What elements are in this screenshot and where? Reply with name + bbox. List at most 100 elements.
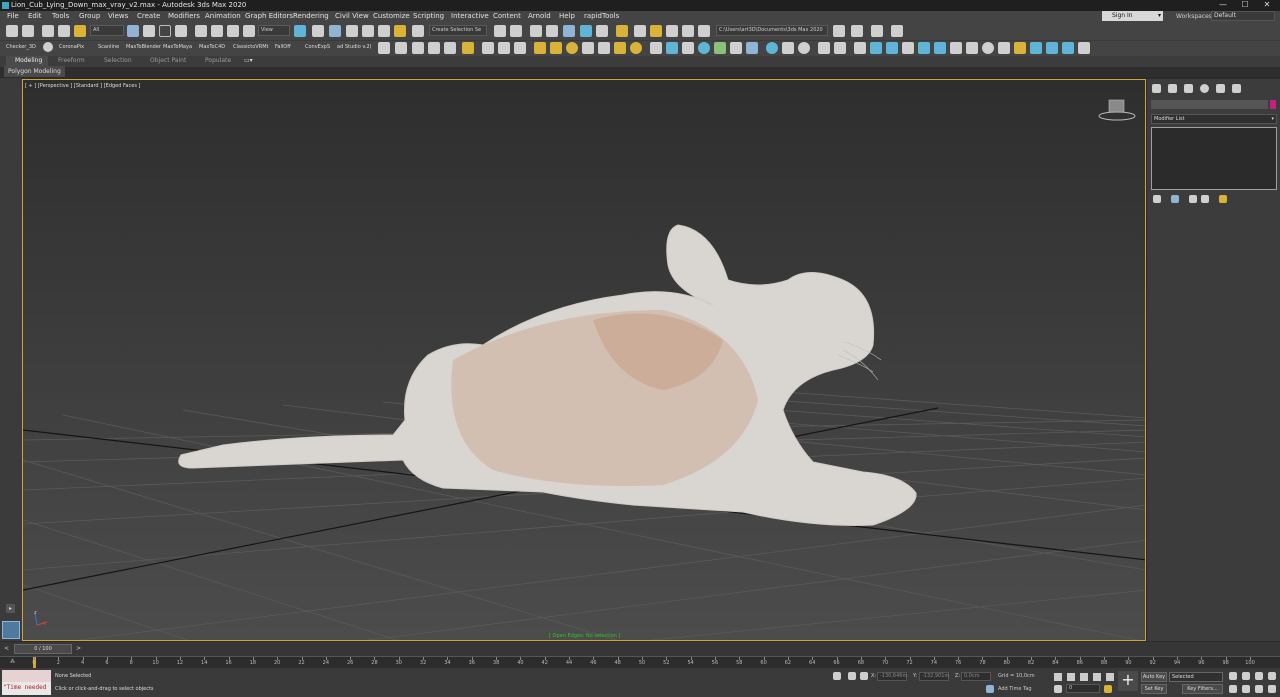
teapot-icon[interactable] [378, 42, 390, 54]
tool-icon-m[interactable] [1062, 42, 1074, 54]
scatter-icon[interactable] [714, 42, 726, 54]
time-tag-icon[interactable] [986, 685, 994, 693]
pin-stack-icon[interactable] [1153, 195, 1161, 203]
folder-icon[interactable] [851, 25, 863, 37]
expand-left-icon[interactable]: ▸ [6, 604, 15, 613]
unlink-icon[interactable] [58, 25, 70, 37]
create-tab-icon[interactable] [1152, 84, 1161, 93]
disc-light-icon[interactable] [582, 42, 594, 54]
pivot-center-icon[interactable] [294, 25, 306, 37]
cloud-icon[interactable] [395, 42, 407, 54]
utilities-tab-icon[interactable] [1232, 84, 1241, 93]
pan-icon[interactable] [1242, 685, 1250, 693]
viewport-layout-icon[interactable] [2, 621, 20, 639]
environment-icon[interactable] [766, 42, 778, 54]
polygon-modeling-label[interactable]: Polygon Modeling [4, 66, 65, 77]
viewport-label-menu[interactable]: [ + ] [Perspective ] [Standard ] [Edged … [25, 83, 140, 89]
orbit-icon[interactable] [1255, 685, 1263, 693]
menu-rapidtools[interactable]: rapidTools [584, 12, 619, 20]
menu-file[interactable]: File [7, 12, 19, 20]
keyboard-shortcut-override-icon[interactable] [329, 25, 341, 37]
configure-sets-icon[interactable] [1219, 195, 1227, 203]
hierarchy-tab-icon[interactable] [1184, 84, 1193, 93]
menu-interactive[interactable]: Interactive [451, 12, 489, 20]
toggle-scene-explorer-icon[interactable] [530, 25, 542, 37]
go-to-end-icon[interactable] [1106, 673, 1114, 681]
object-name-field[interactable] [1151, 100, 1268, 109]
menu-scripting[interactable]: Scripting [413, 12, 444, 20]
close-button[interactable]: ✕ [1256, 0, 1278, 11]
remove-modifier-icon[interactable] [1201, 195, 1209, 203]
globe-icon[interactable] [698, 42, 710, 54]
slider-prev-icon[interactable]: < [4, 645, 9, 652]
play-icon[interactable] [1080, 673, 1088, 681]
script-falloff[interactable]: FallOff [275, 44, 291, 50]
tab-selection[interactable]: Selection [104, 57, 132, 64]
scene-converter-icon[interactable] [444, 42, 456, 54]
schematic-view-icon[interactable] [596, 25, 608, 37]
workspace-select[interactable]: Default [1211, 11, 1275, 21]
key-set-dropdown[interactable]: Selected [1169, 672, 1223, 682]
vray-light-icon[interactable] [482, 42, 494, 54]
tool-icon-a[interactable] [854, 42, 866, 54]
add-time-tag-button[interactable]: Add Time Tag [998, 686, 1032, 692]
show-end-result-icon[interactable] [1171, 195, 1179, 203]
scale-icon[interactable] [227, 25, 239, 37]
light-lister-icon[interactable] [462, 42, 474, 54]
material-browser-icon[interactable] [428, 42, 440, 54]
link-icon[interactable] [42, 25, 54, 37]
sphere-light-icon[interactable] [566, 42, 578, 54]
menu-create[interactable]: Create [137, 12, 160, 20]
key-mode-icon[interactable] [1054, 685, 1062, 693]
tool-icon-h[interactable] [966, 42, 978, 54]
move-icon[interactable] [195, 25, 207, 37]
curve-editor-mini-icon[interactable]: ⁂ [10, 659, 15, 665]
menu-arnold[interactable]: Arnold [528, 12, 551, 20]
render-production-icon[interactable] [666, 25, 678, 37]
window-crossing-icon[interactable] [175, 25, 187, 37]
mirror-icon[interactable] [494, 25, 506, 37]
info-icon[interactable] [834, 42, 846, 54]
script-convexps[interactable]: ConvExpS [305, 44, 330, 50]
menu-content[interactable]: Content [493, 12, 521, 20]
tool-icon-n[interactable] [1078, 42, 1090, 54]
snaps-toggle-icon[interactable] [346, 25, 358, 37]
tool-icon-j[interactable] [998, 42, 1010, 54]
slider-next-icon[interactable]: > [76, 645, 81, 652]
menu-modifiers[interactable]: Modifiers [168, 12, 200, 20]
rendered-frame-window-icon[interactable] [650, 25, 662, 37]
material-editor-icon[interactable] [616, 25, 628, 37]
current-frame-field[interactable]: 0 [1066, 684, 1100, 693]
rotate-icon[interactable] [211, 25, 223, 37]
go-to-start-icon[interactable] [1054, 673, 1062, 681]
spinner-snap-icon[interactable] [394, 25, 406, 37]
set-project-icon[interactable] [833, 25, 845, 37]
time-configuration-icon[interactable] [1104, 685, 1112, 693]
isolate-selection-icon[interactable] [833, 672, 841, 680]
make-unique-icon[interactable] [1189, 195, 1197, 203]
display-tab-icon[interactable] [1216, 84, 1225, 93]
save-icon[interactable] [871, 25, 883, 37]
menu-edit[interactable]: Edit [28, 12, 42, 20]
next-frame-icon[interactable] [1093, 673, 1101, 681]
maximize-viewport-icon[interactable] [1268, 685, 1276, 693]
key-filters-button[interactable]: Key Filters... [1182, 684, 1223, 694]
menu-tools[interactable]: Tools [52, 12, 69, 20]
render-setup-icon[interactable] [634, 25, 646, 37]
auto-key-button[interactable]: Auto Key [1141, 672, 1167, 682]
ribbon-options-icon[interactable]: ▭▾ [244, 57, 253, 64]
tool-icon-b[interactable] [870, 42, 882, 54]
x-coordinate-field[interactable]: -130,646m [877, 672, 907, 681]
tool-icon-f[interactable] [934, 42, 946, 54]
selection-lock-icon[interactable] [848, 672, 856, 680]
undo-icon[interactable] [6, 25, 18, 37]
viewport-perspective[interactable]: [ + ] [Perspective ] [Standard ] [Edged … [22, 79, 1146, 641]
minimize-button[interactable]: — [1212, 0, 1234, 11]
modifier-list-dropdown[interactable]: Modifier List ▾ [1151, 114, 1277, 124]
tool-icon-e[interactable] [918, 42, 930, 54]
vray-proxy-icon[interactable] [514, 42, 526, 54]
toon-icon[interactable] [782, 42, 794, 54]
menu-rendering[interactable]: Rendering [293, 12, 329, 20]
sign-in-dropdown[interactable]: Sign In ▾ [1102, 11, 1163, 21]
tab-populate[interactable]: Populate [205, 57, 231, 64]
